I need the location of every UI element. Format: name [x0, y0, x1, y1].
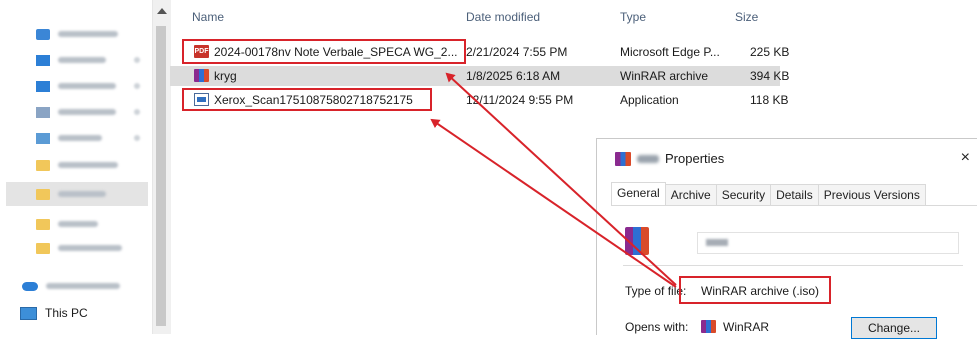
- annotation-box-xerox: [182, 88, 432, 111]
- file-size: 394 KB: [750, 69, 790, 83]
- opens-with-label: Opens with:: [625, 320, 689, 334]
- tab-security[interactable]: Security: [715, 184, 772, 205]
- nav-item-folder[interactable]: [0, 153, 150, 177]
- nav-item-documents[interactable]: [0, 100, 150, 124]
- picture-icon: [36, 132, 50, 144]
- star-icon: [36, 28, 50, 40]
- file-size: 118 KB: [750, 93, 789, 107]
- winrar-icon: [701, 320, 716, 333]
- dialog-tabs: General Archive Security Details Previou…: [611, 182, 926, 205]
- winrar-icon: [194, 69, 209, 82]
- file-type: Microsoft Edge P...: [620, 45, 720, 59]
- file-date: 1/8/2025 6:18 AM: [466, 69, 561, 83]
- column-header-date[interactable]: Date modified: [466, 10, 540, 24]
- nav-item-quick-access[interactable]: [0, 22, 150, 46]
- column-header-name[interactable]: Name: [192, 10, 224, 24]
- file-size: 225 KB: [750, 45, 790, 59]
- folder-icon: [36, 218, 50, 230]
- properties-dialog: Properties × General Archive Security De…: [596, 138, 977, 339]
- folder-icon: [36, 188, 50, 200]
- tab-details[interactable]: Details: [770, 184, 819, 205]
- tab-general[interactable]: General: [611, 182, 666, 205]
- file-date: 12/11/2024 9:55 PM: [466, 93, 574, 107]
- file-name-field[interactable]: [697, 232, 959, 254]
- folder-icon: [36, 159, 50, 171]
- file-type: Application: [620, 93, 679, 107]
- scroll-up-arrow-icon[interactable]: [157, 8, 167, 14]
- pin-icon: [134, 109, 140, 115]
- file-type: WinRAR archive: [620, 69, 709, 83]
- change-button[interactable]: Change...: [851, 317, 937, 339]
- nav-item-downloads[interactable]: [0, 74, 150, 98]
- column-header-type[interactable]: Type: [620, 10, 646, 24]
- document-icon: [36, 106, 50, 118]
- annotation-box-type: [679, 276, 831, 304]
- nav-item-pictures[interactable]: [0, 126, 150, 150]
- nav-item-desktop[interactable]: [0, 48, 150, 72]
- pin-icon: [134, 135, 140, 141]
- desktop-icon: [36, 54, 50, 66]
- nav-item-label: This PC: [45, 306, 88, 320]
- dialog-title: Properties: [665, 151, 725, 166]
- winrar-large-icon: [625, 227, 649, 255]
- folder-icon: [36, 242, 50, 254]
- nav-item-this-pc[interactable]: This PC: [20, 306, 88, 320]
- nav-item-folder-selected[interactable]: [6, 182, 148, 206]
- divider: [623, 265, 963, 266]
- navigation-pane: This PC: [0, 0, 152, 334]
- pin-icon: [134, 57, 140, 63]
- opens-with-value: WinRAR: [723, 320, 770, 334]
- file-name: kryg: [214, 69, 237, 83]
- file-row-selected[interactable]: kryg 1/8/2025 6:18 AM WinRAR archive 394…: [170, 66, 789, 86]
- dialog-title-bar: Properties: [615, 151, 724, 166]
- nav-scrollbar[interactable]: [152, 0, 171, 334]
- nav-item-folder[interactable]: [0, 236, 150, 260]
- nav-item-folder[interactable]: [0, 212, 150, 236]
- cloud-icon: [22, 281, 38, 291]
- tab-previous-versions[interactable]: Previous Versions: [817, 184, 926, 205]
- pin-icon: [134, 83, 140, 89]
- winrar-icon: [615, 151, 631, 166]
- scrollbar-thumb[interactable]: [156, 26, 166, 326]
- column-header-size[interactable]: Size: [735, 10, 758, 24]
- close-icon[interactable]: ×: [961, 149, 970, 167]
- file-date: 2/21/2024 7:55 PM: [466, 45, 568, 59]
- nav-item-onedrive[interactable]: [0, 274, 150, 298]
- type-of-file-label: Type of file:: [625, 284, 687, 298]
- download-icon: [36, 80, 50, 92]
- computer-icon: [20, 306, 37, 320]
- annotation-box-pdf: [182, 39, 466, 64]
- tab-archive[interactable]: Archive: [664, 184, 717, 205]
